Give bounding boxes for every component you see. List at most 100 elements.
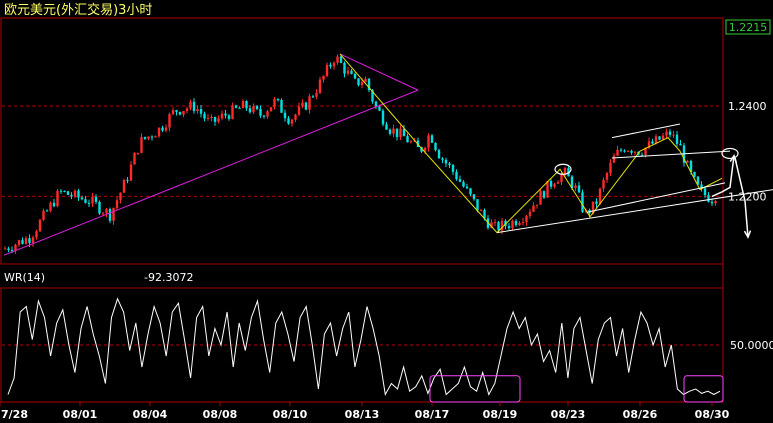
pattern-marker	[721, 147, 739, 160]
candle-body	[640, 154, 644, 156]
candle-body	[602, 179, 605, 189]
chart-title: 欧元美元(外汇交易)3小时	[4, 2, 152, 18]
indicator-value: -92.3072	[144, 271, 193, 284]
candle-body	[693, 171, 696, 177]
y-tick-labels: 1.2400 1.2200	[728, 100, 767, 203]
candle-body	[283, 112, 287, 119]
candle-body	[227, 115, 231, 119]
candle-body	[24, 238, 28, 244]
candle-body	[612, 155, 616, 163]
candle-body	[185, 108, 189, 112]
candle-body	[479, 210, 483, 212]
candle-body	[409, 141, 413, 143]
x-tick-label: 08/26	[623, 408, 658, 421]
candle-body	[357, 78, 360, 85]
candle-body	[448, 163, 451, 165]
candle-body	[203, 113, 206, 119]
candle-body	[546, 181, 549, 198]
x-tick-label: 08/10	[273, 408, 308, 421]
candle-body	[80, 197, 84, 200]
candle-body	[14, 244, 17, 251]
candle-body	[66, 191, 70, 195]
candle-body	[241, 101, 245, 109]
candle-body	[262, 115, 266, 117]
candle-body	[199, 108, 203, 114]
x-axis-ticks: 7/28 08/01 08/04 08/08 08/10 08/13 08/17 08/19 0…	[0, 402, 730, 421]
price-tick-label: 1.2200	[728, 190, 767, 203]
candle-body	[192, 101, 196, 111]
candle-body	[38, 219, 42, 232]
candle-body	[605, 173, 609, 180]
candle-body	[325, 64, 329, 76]
candle-body	[189, 101, 192, 109]
candle-body	[350, 70, 353, 74]
candle-body	[315, 92, 318, 97]
candle-body	[469, 188, 472, 195]
candle-body	[332, 62, 336, 67]
candle-body	[511, 220, 514, 229]
candle-body	[598, 188, 602, 204]
candle-body	[154, 136, 157, 138]
candle-body	[143, 136, 147, 139]
candle-body	[17, 240, 21, 245]
candle-body	[518, 223, 521, 226]
candle-body	[444, 159, 448, 164]
candle-body	[52, 202, 56, 207]
candle-body	[707, 195, 710, 202]
candle-body	[311, 96, 315, 98]
candle-body	[175, 110, 178, 112]
x-tick-label: 08/19	[483, 408, 518, 421]
candle-body	[273, 98, 276, 108]
candle-body	[318, 79, 322, 93]
x-tick-label: 7/28	[1, 408, 28, 421]
candle-body	[213, 116, 217, 122]
candle-body	[346, 70, 350, 74]
candle-body	[675, 134, 679, 144]
candle-body	[521, 221, 525, 224]
candle-body	[665, 131, 668, 136]
chart-canvas: 欧元美元(外汇交易)3小时 1.2215 WR(14) -92.3072 50.…	[0, 2, 773, 421]
x-tick-label: 08/13	[345, 408, 380, 421]
candle-body	[395, 128, 399, 137]
x-tick-label: 08/08	[203, 408, 238, 421]
candle-body	[434, 142, 437, 151]
candle-body	[35, 231, 38, 238]
candle-body	[703, 188, 707, 196]
candle-body	[633, 151, 637, 153]
candle-body	[507, 225, 511, 229]
x-tick-label: 08/23	[551, 408, 586, 421]
candle-body	[595, 201, 598, 204]
x-tick-label: 08/01	[63, 408, 98, 421]
candle-body	[150, 136, 154, 138]
candle-body	[353, 73, 357, 79]
wr-highlight-box	[683, 375, 724, 403]
trend-lines	[3, 53, 773, 256]
candle-body	[49, 202, 52, 211]
x-tick-label: 08/30	[695, 408, 730, 421]
candle-body	[231, 105, 234, 119]
candle-body	[714, 201, 717, 204]
candle-body	[31, 237, 35, 244]
candle-body	[458, 179, 462, 182]
candle-body	[122, 179, 126, 193]
candle-body	[465, 186, 469, 189]
candle-body	[168, 114, 171, 128]
candle-body	[164, 127, 168, 131]
candle-body	[252, 105, 255, 113]
candle-body	[343, 62, 346, 74]
candle-body	[304, 102, 308, 110]
candlesticks	[3, 54, 717, 254]
wr-indicator	[7, 297, 724, 403]
candle-body	[581, 192, 584, 212]
candle-body	[364, 78, 367, 83]
candle-body	[294, 114, 297, 120]
candle-body	[94, 196, 98, 202]
candle-body	[360, 82, 364, 85]
candle-body	[619, 149, 623, 151]
candle-body	[381, 110, 385, 125]
candle-body	[206, 117, 210, 119]
last-price-label: 1.2215	[729, 21, 768, 34]
candle-body	[651, 141, 654, 144]
candle-body	[455, 171, 458, 180]
candle-body	[7, 248, 10, 251]
